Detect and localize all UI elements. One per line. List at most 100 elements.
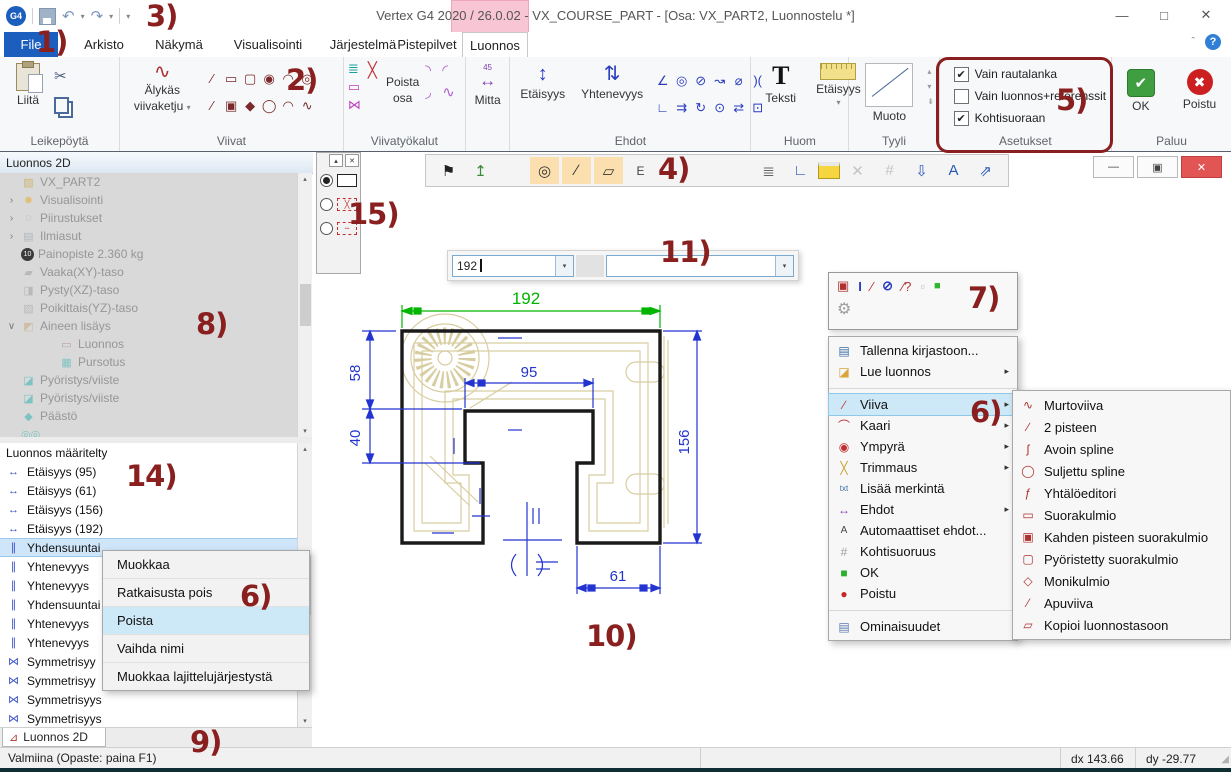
dim-notch-label[interactable]: 95 xyxy=(521,364,538,381)
ok-mini-icon[interactable]: ■ xyxy=(934,280,941,292)
line-tool-icon[interactable]: ▣ xyxy=(222,96,241,115)
snap-edge-icon[interactable]: E xyxy=(626,157,655,184)
ribbon-tab[interactable]: Näkymä xyxy=(150,32,208,57)
submenu-item[interactable]: ▭ Suorakulmio xyxy=(1013,504,1230,526)
coincidence-constraint-button[interactable]: ⇅ Yhtenevyys xyxy=(575,61,649,103)
dim-width-label[interactable]: 192 xyxy=(512,289,540,308)
maximize-button[interactable]: □ xyxy=(1143,0,1185,30)
measure-reference-icon[interactable]: ↥ xyxy=(466,157,495,184)
tree-item[interactable]: ◆ Päästö xyxy=(0,407,312,425)
radio-icon[interactable] xyxy=(320,222,333,235)
tree-item[interactable]: ◨ Pysty(XZ)-taso xyxy=(0,281,312,299)
submenu-item[interactable]: ▣ Kahden pisteen suorakulmio xyxy=(1013,526,1230,548)
context-menu-item[interactable]: ▤ Tallenna kirjastoon... xyxy=(829,340,1017,361)
constraint-icon[interactable]: ⊙ xyxy=(710,98,729,117)
tree-item[interactable]: ▭ Luonnos xyxy=(0,335,312,353)
scroll-down-icon[interactable]: ▾ xyxy=(303,427,307,435)
scroll-down-icon[interactable]: ▾ xyxy=(303,717,307,725)
collapse-ribbon-icon[interactable]: ˆ xyxy=(1191,36,1195,48)
mdi-restore-button[interactable]: ▣ xyxy=(1137,156,1178,178)
context-menu-item[interactable]: Vaihda nimi xyxy=(103,635,309,663)
line-tool-icon[interactable]: ◯ xyxy=(260,96,279,115)
tree-item[interactable]: › ✹ Visualisointi xyxy=(0,191,312,209)
annotate-part-icon[interactable]: A xyxy=(939,157,968,184)
constraint-icon[interactable]: ⇉ xyxy=(672,98,691,117)
section-tray-icon[interactable] xyxy=(818,162,840,179)
line-tool-icon[interactable]: ◉ xyxy=(260,69,279,88)
context-menu-item[interactable]: Muokkaa lajittelujärjestystä xyxy=(103,663,309,690)
dropdown-arrow-icon[interactable]: ▾ xyxy=(555,256,573,276)
ribbon-tab[interactable]: Luonnos xyxy=(462,32,528,58)
query-dim-icon[interactable]: ∕? xyxy=(902,279,911,294)
tree-item[interactable]: ◎◎ xyxy=(0,425,312,437)
context-menu-item[interactable] xyxy=(829,604,1017,611)
line-tool-icon[interactable]: ∕ xyxy=(203,69,222,88)
submenu-item[interactable]: ʃ Avoin spline xyxy=(1013,438,1230,460)
dim-leg-label[interactable]: 61 xyxy=(610,568,627,585)
tree-item[interactable]: ▧ Poikittais(YZ)-taso xyxy=(0,299,312,317)
fillet-corner-icon[interactable]: ◝ xyxy=(425,61,442,83)
box-select-icon[interactable]: ▫ xyxy=(920,279,925,294)
constraint-icon[interactable]: ⌀ xyxy=(729,71,748,90)
submenu-item[interactable]: ▢ Pyöristetty suorakulmio xyxy=(1013,548,1230,570)
constraint-list-item[interactable]: ↔ Etäisyys (156) xyxy=(0,500,312,519)
dim-height-label[interactable]: 156 xyxy=(676,429,693,454)
radio-icon[interactable] xyxy=(320,198,333,211)
exit-button[interactable]: ✖ Poistu xyxy=(1177,67,1222,113)
tree-scrollbar[interactable]: ▴ ▾ xyxy=(297,173,312,437)
submenu-item[interactable]: ◇ Monikulmio xyxy=(1013,570,1230,592)
constraint-icon[interactable]: ⇄ xyxy=(729,98,748,117)
scrollbar-thumb[interactable] xyxy=(300,284,311,326)
remove-part-button[interactable]: Poista osa xyxy=(380,61,425,107)
spinner-icon[interactable]: ▾ xyxy=(927,82,934,91)
tab-luonnos-2d[interactable]: ⊿ Luonnos 2D xyxy=(2,728,106,747)
constraint-icon[interactable]: ◎ xyxy=(672,71,691,90)
context-menu-item[interactable]: txt Lisää merkintä xyxy=(829,478,1017,499)
ribbon-tab[interactable]: Järjestelmä xyxy=(326,32,400,57)
cad-sketch-drawing[interactable]: 192 xyxy=(330,278,730,618)
tree-item[interactable]: ▦ Pursotus xyxy=(0,353,312,371)
line-tool-icon[interactable]: ◆ xyxy=(241,96,260,115)
fillet-corner-icon[interactable]: ◜ xyxy=(442,61,459,83)
context-menu-item[interactable]: # Kohtisuoruus xyxy=(829,541,1017,562)
rect-constraint-icon[interactable]: ▣ xyxy=(837,278,849,294)
constraint-icon[interactable]: ↝ xyxy=(710,71,729,90)
ribbon-tab[interactable]: Visualisointi xyxy=(226,32,310,57)
copy-icon[interactable] xyxy=(54,97,69,114)
close-button[interactable]: ✕ xyxy=(1185,0,1227,30)
pin-icon[interactable]: ⚑ xyxy=(434,157,463,184)
smart-polyline-button[interactable]: ∿ Älykäs viivaketju ▾ xyxy=(128,61,197,115)
selection-mode-option[interactable] xyxy=(317,168,360,192)
line-tool-icon[interactable]: ▭ xyxy=(222,69,241,88)
tree-expander-icon[interactable]: › xyxy=(6,195,17,206)
line-tool-icon[interactable]: ∕ xyxy=(203,96,222,115)
context-menu-item[interactable]: ◉ Ympyrä ▸ xyxy=(829,436,1017,457)
shape-style-button[interactable]: Muoto xyxy=(859,61,919,125)
tree-item[interactable]: ◪ Pyöristys/viiste xyxy=(0,371,312,389)
submenu-item[interactable]: ƒ Yhtälöeditori xyxy=(1013,482,1230,504)
radio-icon[interactable] xyxy=(320,174,333,187)
resize-grip-icon[interactable]: ◢ xyxy=(1221,754,1229,765)
context-menu-item[interactable] xyxy=(829,382,1017,389)
dim-upper-label[interactable]: 58 xyxy=(347,365,364,382)
tree-item[interactable]: › ◌ Piirustukset xyxy=(0,209,312,227)
select-solid-icon[interactable] xyxy=(722,157,751,184)
fillet-corner-icon[interactable]: ◞ xyxy=(425,83,442,105)
context-menu-item[interactable]: Ratkaisusta pois xyxy=(103,579,309,607)
wireframe-view-icon[interactable] xyxy=(690,157,719,184)
submenu-item[interactable]: ⁄ Apuviiva xyxy=(1013,592,1230,614)
trim-icon[interactable]: ╳ xyxy=(365,61,380,79)
tree-item[interactable]: 10 Painopiste 2.360 kg xyxy=(0,245,312,263)
dimension-value-input[interactable]: 192 ▾ xyxy=(452,255,574,277)
context-menu-item[interactable]: ╳ Trimmaus ▸ xyxy=(829,457,1017,478)
mdi-minimize-button[interactable]: — xyxy=(1093,156,1134,178)
dropdown-arrow-icon[interactable]: ▾ xyxy=(775,256,793,276)
palette-close-icon[interactable]: ✕ xyxy=(345,154,359,167)
text-note-button[interactable]: T Teksti xyxy=(759,61,802,107)
grid-icon[interactable]: # xyxy=(875,157,904,184)
snap-face-icon[interactable]: ▱ xyxy=(594,157,623,184)
spinner-icon[interactable]: ▴ xyxy=(927,67,934,76)
tree-expander-icon[interactable]: › xyxy=(6,213,17,224)
mdi-close-button[interactable]: ✕ xyxy=(1181,156,1222,178)
constraint-icon[interactable]: ∠ xyxy=(653,71,672,90)
